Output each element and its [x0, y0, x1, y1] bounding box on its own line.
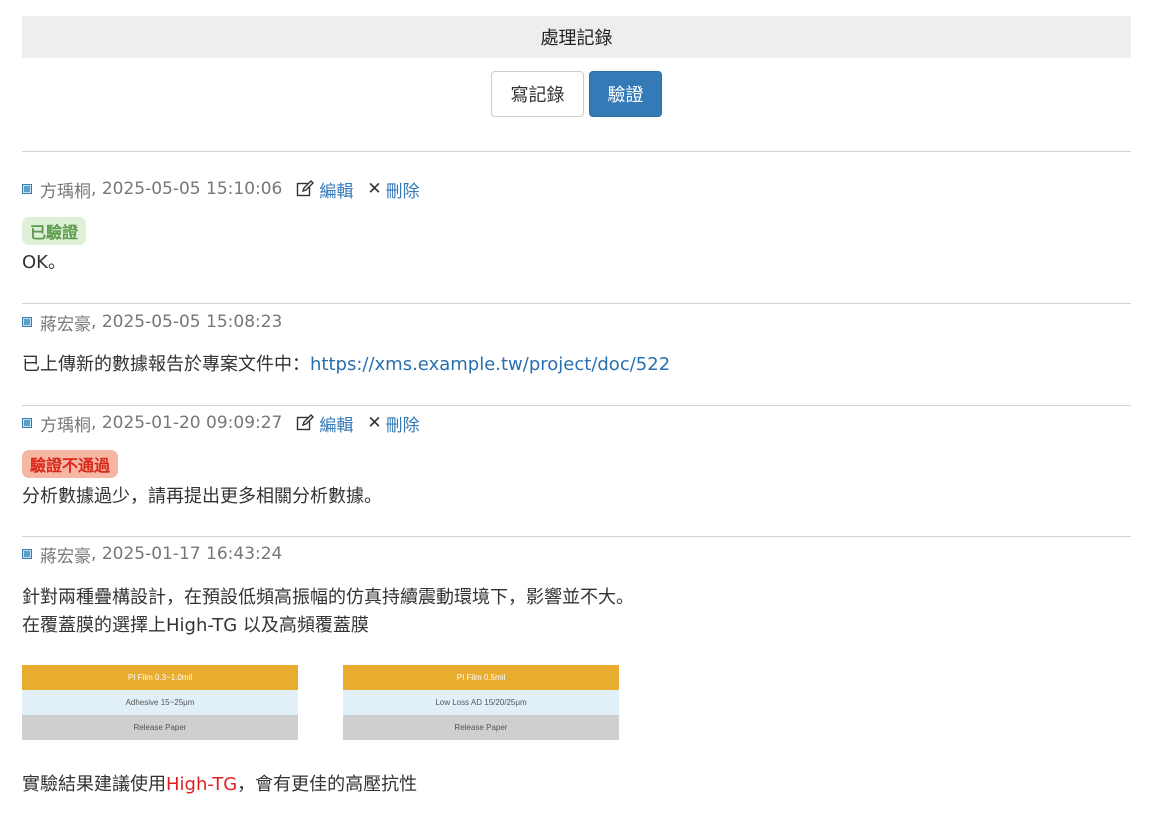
record-author: 蔣宏豪	[40, 546, 91, 567]
edit-button[interactable]: 編輯	[296, 411, 353, 436]
layer-pi-film: PI Film 0.5mil	[343, 665, 619, 690]
record-author: 蔣宏豪	[40, 314, 91, 335]
delete-button[interactable]: ✕ 刪除	[367, 411, 419, 436]
status-badge: 驗證不通過	[22, 450, 119, 478]
section-header: 處理記錄	[22, 16, 1131, 58]
document-link[interactable]: https://xms.example.tw/project/doc/522	[310, 354, 670, 375]
record-meta: 蔣宏豪, 2025-05-05 15:08:23	[22, 311, 283, 335]
record-timestamp: 2025-05-05 15:08:23	[101, 312, 283, 332]
layer-pi-film: PI Film 0.3~1.0mil	[22, 665, 298, 690]
record-author: 方瑀桐	[40, 415, 91, 436]
record-body: OK。	[22, 252, 66, 273]
conclusion-text: ，會有更佳的高壓抗性	[237, 774, 418, 795]
edit-button[interactable]: 編輯	[296, 177, 353, 202]
layer-adhesive: Low Loss AD 15/20/25μm	[343, 690, 619, 715]
record-conclusion: 實驗結果建議使用High-TG，會有更佳的高壓抗性	[22, 770, 417, 796]
layer-release-paper: Release Paper	[343, 715, 619, 740]
bullet-icon	[22, 418, 32, 428]
record-body-line: 在覆蓋膜的選擇上High-TG 以及高頻覆蓋膜	[22, 615, 369, 636]
record-body-text: 已上傳新的數據報告於專案文件中：	[22, 354, 310, 375]
edit-icon	[297, 180, 315, 197]
status-badge: 已驗證	[22, 217, 87, 245]
close-icon: ✕	[367, 413, 382, 433]
delete-label: 刪除	[385, 181, 420, 202]
edit-label: 編輯	[319, 181, 354, 202]
write-record-button[interactable]: 寫記錄	[491, 71, 584, 117]
layer-release-paper: Release Paper	[22, 715, 298, 740]
close-icon: ✕	[367, 179, 382, 199]
delete-label: 刪除	[385, 415, 420, 436]
record-body-line: 針對兩種疊構設計，在預設低頻高振幅的仿真持續震動環境下，影響並不大。	[22, 587, 634, 608]
bullet-icon	[22, 317, 32, 327]
layer-adhesive: Adhesive 15~25μm	[22, 690, 298, 715]
record-meta: 方瑀桐, 2025-05-05 15:10:06 編輯 ✕ 刪除	[22, 177, 420, 202]
bullet-icon	[22, 184, 32, 194]
record-meta: 蔣宏豪, 2025-01-17 16:43:24	[22, 543, 283, 567]
record-body: 已上傳新的數據報告於專案文件中：https://xms.example.tw/p…	[22, 350, 670, 376]
conclusion-text: 實驗結果建議使用	[22, 774, 166, 795]
divider	[22, 151, 1131, 152]
record-timestamp: 2025-05-05 15:10:06	[101, 179, 283, 199]
record-meta: 方瑀桐, 2025-01-20 09:09:27 編輯 ✕ 刪除	[22, 411, 420, 436]
bullet-icon	[22, 549, 32, 559]
edit-icon	[297, 414, 315, 431]
verify-button[interactable]: 驗證	[589, 71, 662, 117]
delete-button[interactable]: ✕ 刪除	[367, 177, 419, 202]
edit-label: 編輯	[319, 415, 354, 436]
record-timestamp: 2025-01-20 09:09:27	[101, 413, 283, 433]
divider	[22, 303, 1131, 304]
record-body: 分析數據過少，請再提出更多相關分析數據。	[22, 486, 382, 507]
record-timestamp: 2025-01-17 16:43:24	[101, 544, 283, 564]
stackup-diagram: PI Film 0.5mil Low Loss AD 15/20/25μm Re…	[343, 665, 619, 740]
divider	[22, 536, 1131, 537]
stackup-diagram: PI Film 0.3~1.0mil Adhesive 15~25μm Rele…	[22, 665, 298, 740]
section-title: 處理記錄	[540, 28, 613, 49]
conclusion-highlight: High-TG	[166, 774, 238, 795]
record-author: 方瑀桐	[40, 181, 91, 202]
divider	[22, 405, 1131, 406]
